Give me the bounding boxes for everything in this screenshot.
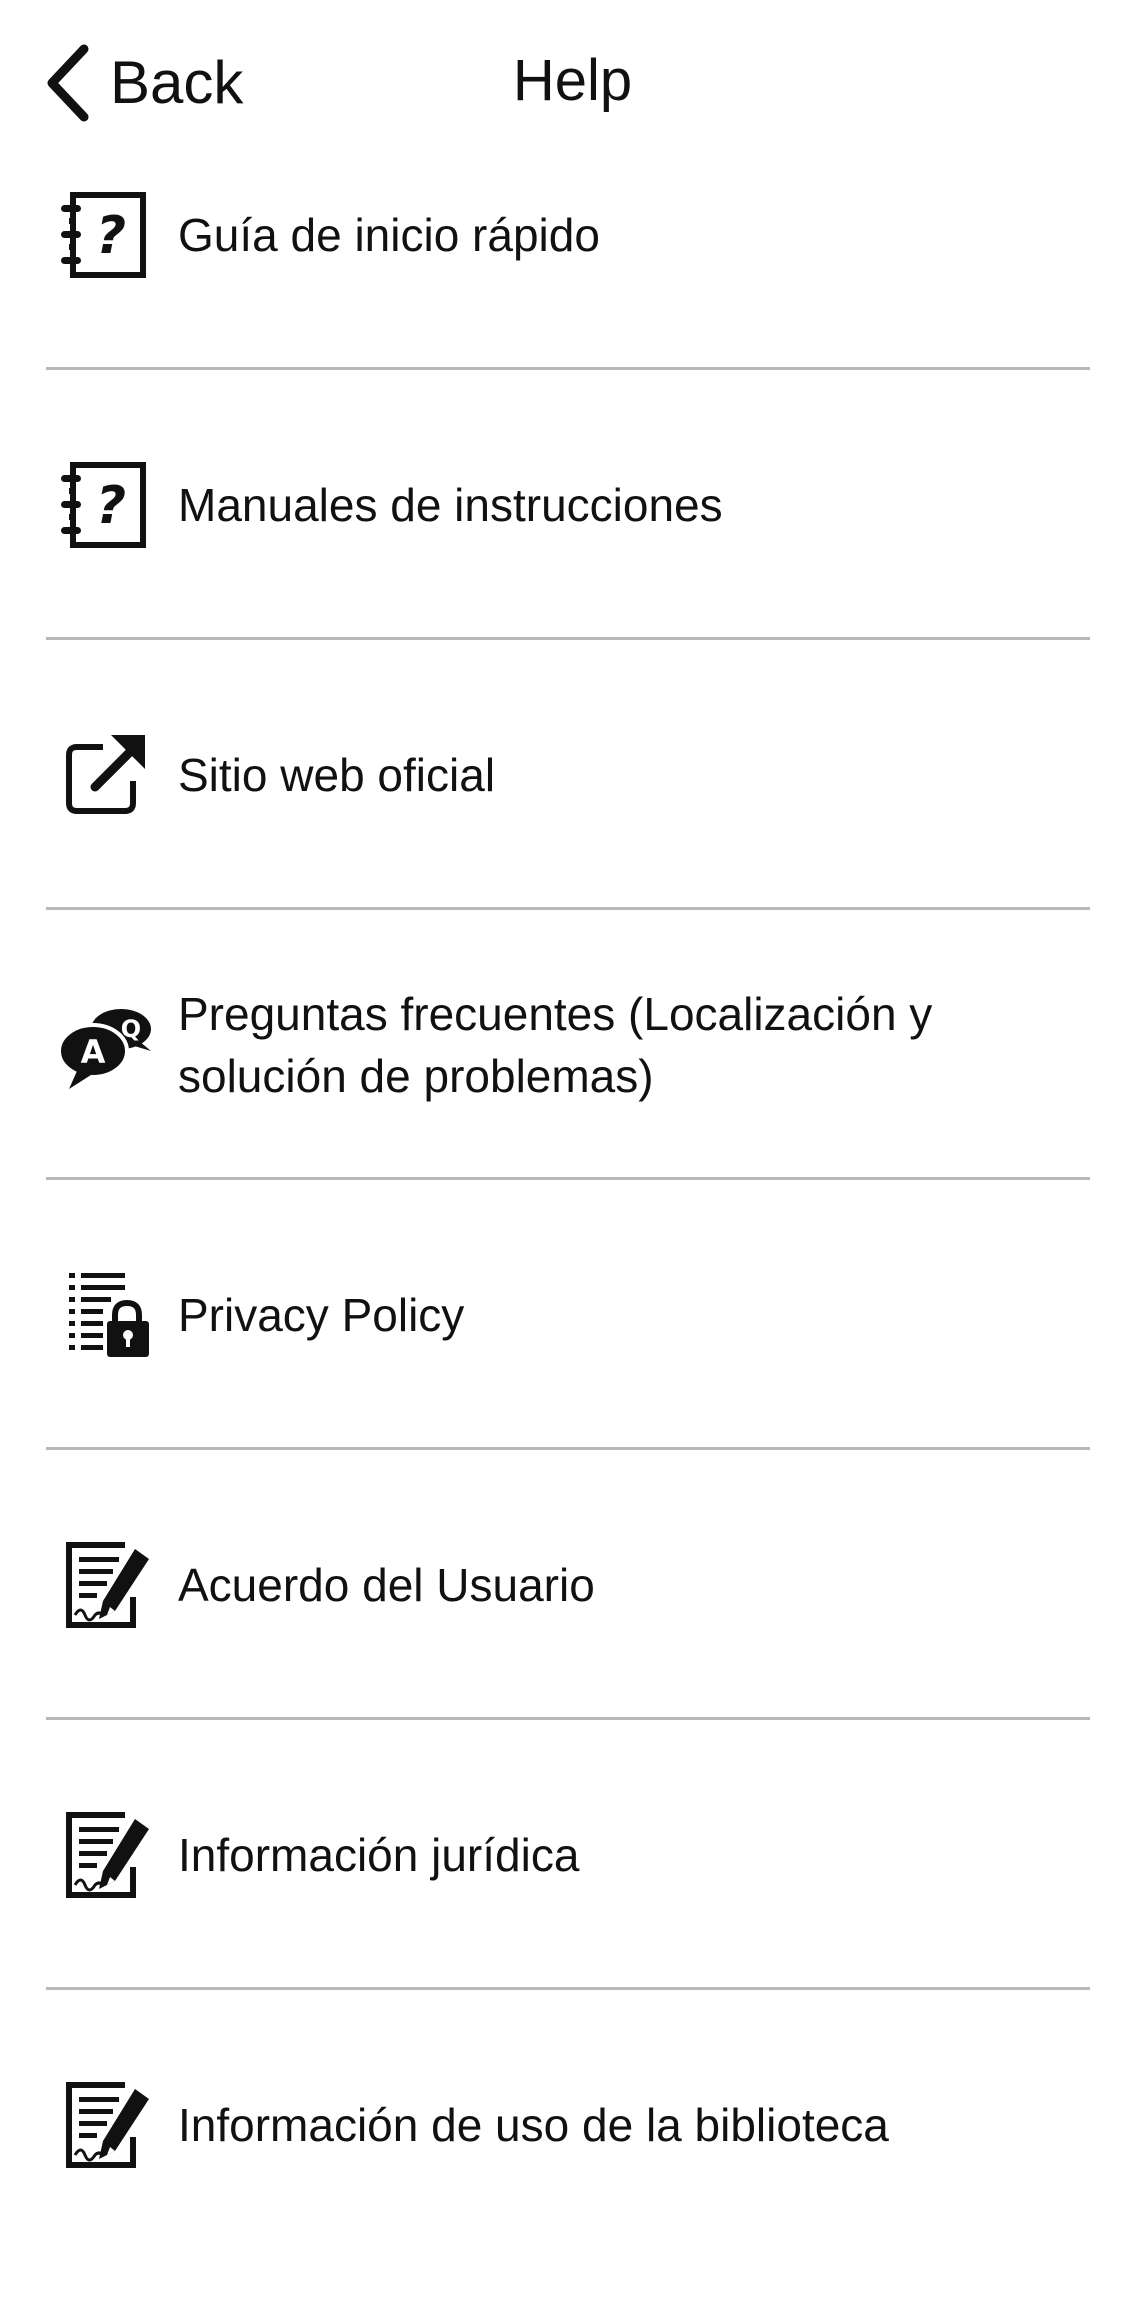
help-item-label: Información de uso de la biblioteca — [178, 2099, 889, 2151]
signed-document-icon — [50, 1530, 160, 1640]
external-link-icon — [50, 720, 160, 830]
faq-qa-icon: Q A — [50, 990, 160, 1100]
help-item-label: Sitio web oficial — [178, 749, 496, 801]
help-item-quick-start[interactable]: ? Guía de inicio rápido — [0, 100, 1125, 370]
help-item-privacy-policy[interactable]: Privacy Policy — [0, 1180, 1125, 1450]
help-item-legal-information[interactable]: Información jurídica — [0, 1720, 1125, 1990]
manual-question-icon: ? — [50, 450, 160, 560]
help-item-label: Manuales de instrucciones — [178, 479, 723, 531]
help-item-faq[interactable]: Q A Preguntas frecuentes (Localización y… — [0, 910, 1125, 1180]
manual-question-icon: ? — [50, 180, 160, 290]
help-item-library-usage[interactable]: Información de uso de la biblioteca — [0, 1990, 1125, 2260]
help-menu-list: ? Guía de inicio rápido ? Manuales de in… — [0, 100, 1125, 2260]
help-item-label: Información jurídica — [178, 1829, 580, 1881]
help-item-label: Privacy Policy — [178, 1289, 465, 1341]
help-item-label: Acuerdo del Usuario — [178, 1559, 595, 1611]
svg-text:?: ? — [96, 206, 126, 266]
help-item-label: Preguntas frecuentes (Localización y sol… — [178, 988, 933, 1102]
document-lock-icon — [50, 1260, 160, 1370]
svg-text:A: A — [81, 1033, 106, 1071]
svg-text:Q: Q — [121, 1015, 141, 1043]
signed-document-icon — [50, 1800, 160, 1910]
signed-document-icon — [50, 2070, 160, 2180]
help-item-user-agreement[interactable]: Acuerdo del Usuario — [0, 1450, 1125, 1720]
help-item-manuals[interactable]: ? Manuales de instrucciones — [0, 370, 1125, 640]
help-item-official-website[interactable]: Sitio web oficial — [0, 640, 1125, 910]
help-item-label: Guía de inicio rápido — [178, 209, 600, 261]
svg-text:?: ? — [96, 476, 126, 536]
